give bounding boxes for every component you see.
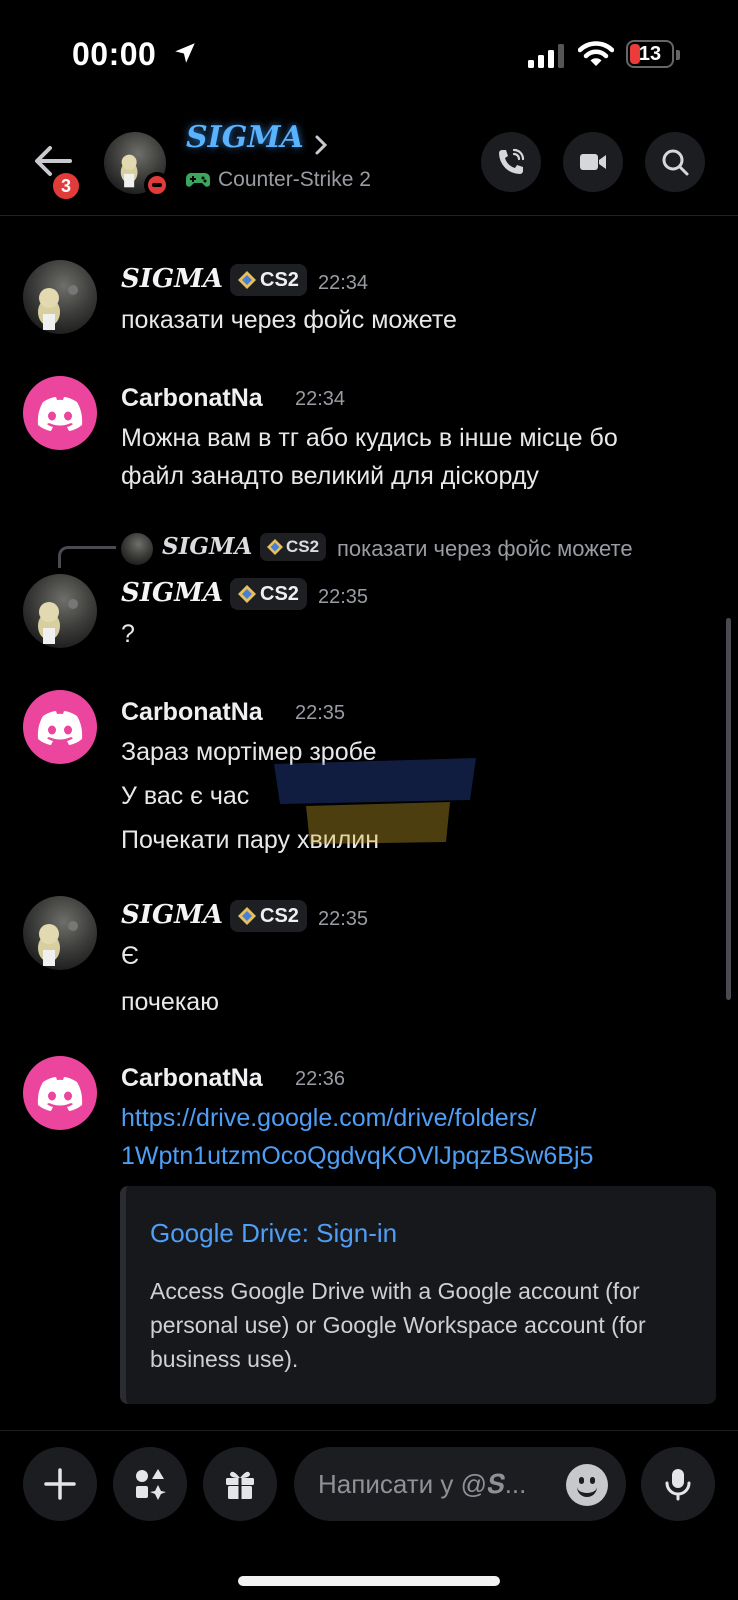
message-timestamp: 22:36 (295, 1068, 346, 1090)
clan-tag: CS2 (230, 900, 307, 932)
message-timestamp: 22:35 (318, 908, 369, 930)
apps-icon (136, 1469, 166, 1500)
activity-text: Counter-Strike 2 (218, 168, 371, 191)
clan-tag-label: CS2 (260, 905, 299, 927)
wifi-icon (578, 41, 614, 66)
voice-message-button[interactable] (641, 1447, 715, 1521)
search-button[interactable] (645, 132, 705, 192)
diamond-icon (238, 271, 256, 289)
clan-tag-label: CS2 (260, 583, 299, 605)
message-author[interactable]: CarbonatNa (121, 384, 263, 413)
diamond-icon (238, 907, 256, 925)
location-arrow-icon (175, 43, 195, 63)
chat-header: 3 SIGMA Counter-Strike 2 (0, 110, 738, 216)
battery-level: 13 (638, 43, 662, 65)
dnd-status-icon (144, 172, 170, 198)
avatar[interactable] (23, 690, 97, 764)
discord-logo-icon (37, 1077, 83, 1111)
clan-tag: CS2 (230, 578, 307, 610)
avatar[interactable] (23, 896, 97, 970)
avatar[interactable] (23, 574, 97, 648)
diamond-icon (238, 585, 256, 603)
home-indicator[interactable] (238, 1576, 500, 1586)
avatar[interactable] (23, 376, 97, 450)
discord-logo-icon (37, 711, 83, 745)
video-call-button[interactable] (563, 132, 623, 192)
message-timestamp: 22:34 (318, 272, 369, 294)
message-author[interactable]: CarbonatNa (121, 1064, 263, 1093)
scrollbar[interactable] (726, 618, 731, 1000)
clan-tag: CS2 (230, 264, 307, 296)
message-text: Можна вам в тг або кудись в інше місце б… (121, 424, 618, 452)
battery-icon: 13 (626, 40, 674, 68)
message-input-placeholder: Написати у @𝑺... (318, 1469, 527, 1499)
embed-description: Access Google Drive with a Google accoun… (150, 1278, 646, 1372)
message-composer: Написати у @𝑺... (0, 1430, 738, 1600)
reply-connector (58, 546, 116, 568)
discord-logo-icon (37, 397, 83, 431)
message-timestamp: 22:35 (318, 586, 369, 608)
message-link[interactable]: 1Wptn1utzmOcoQgdvqKOVlJpqzBSw6Bj5 (121, 1142, 593, 1171)
status-time: 00:00 (72, 36, 157, 72)
embed-title[interactable]: Google Drive: Sign-in (150, 1218, 397, 1249)
gift-icon (226, 1471, 254, 1499)
message-author[interactable]: SIGMA (121, 578, 223, 608)
message-timestamp: 22:35 (295, 702, 346, 724)
gamepad-icon (186, 173, 210, 187)
link-embed[interactable]: Google Drive: Sign-in Access Google Driv… (120, 1186, 716, 1404)
channel-title[interactable]: SIGMA (186, 120, 304, 155)
chevron-right-icon[interactable] (312, 134, 330, 156)
message-input[interactable]: Написати у @𝑺... (294, 1447, 626, 1521)
message-text: показати через фойс можете (121, 306, 457, 334)
search-icon (662, 149, 689, 176)
message-author[interactable]: SIGMA (121, 900, 223, 930)
plus-icon (44, 1468, 76, 1500)
status-bar: 00:00 13 (0, 0, 738, 110)
reply-preview-text[interactable]: показати через фойс можете (337, 536, 633, 562)
cellular-signal-icon (528, 44, 564, 68)
message-text: файл занадто великий для діскорду (121, 462, 539, 490)
attach-button[interactable] (23, 1447, 97, 1521)
avatar[interactable] (23, 260, 97, 334)
message-timestamp: 22:34 (295, 388, 346, 410)
message-author[interactable]: SIGMA (121, 264, 223, 294)
reply-author[interactable]: SIGMA (162, 533, 252, 560)
emoji-icon[interactable] (566, 1464, 608, 1506)
message-text: ? (121, 620, 135, 648)
apps-button[interactable] (113, 1447, 187, 1521)
message-text: почекаю (121, 988, 219, 1016)
video-camera-icon (580, 154, 606, 170)
unread-badge: 3 (50, 170, 82, 202)
message-link[interactable]: https://drive.google.com/drive/folders/ (121, 1104, 536, 1133)
message-text: У вас є час (121, 782, 250, 810)
watermark-logo (274, 758, 476, 844)
clan-tag-label: CS2 (260, 269, 299, 291)
phone-call-icon (499, 148, 525, 174)
diamond-icon (267, 539, 283, 555)
message-author[interactable]: CarbonatNa (121, 698, 263, 727)
message-text: Є (121, 942, 139, 970)
avatar[interactable] (23, 1056, 97, 1130)
clan-tag-label: CS2 (286, 537, 320, 556)
reply-avatar (121, 533, 153, 565)
microphone-icon (665, 1469, 691, 1501)
voice-call-button[interactable] (481, 132, 541, 192)
activity-status: Counter-Strike 2 (186, 168, 371, 192)
gift-button[interactable] (203, 1447, 277, 1521)
clan-tag: CS2 (260, 533, 327, 561)
